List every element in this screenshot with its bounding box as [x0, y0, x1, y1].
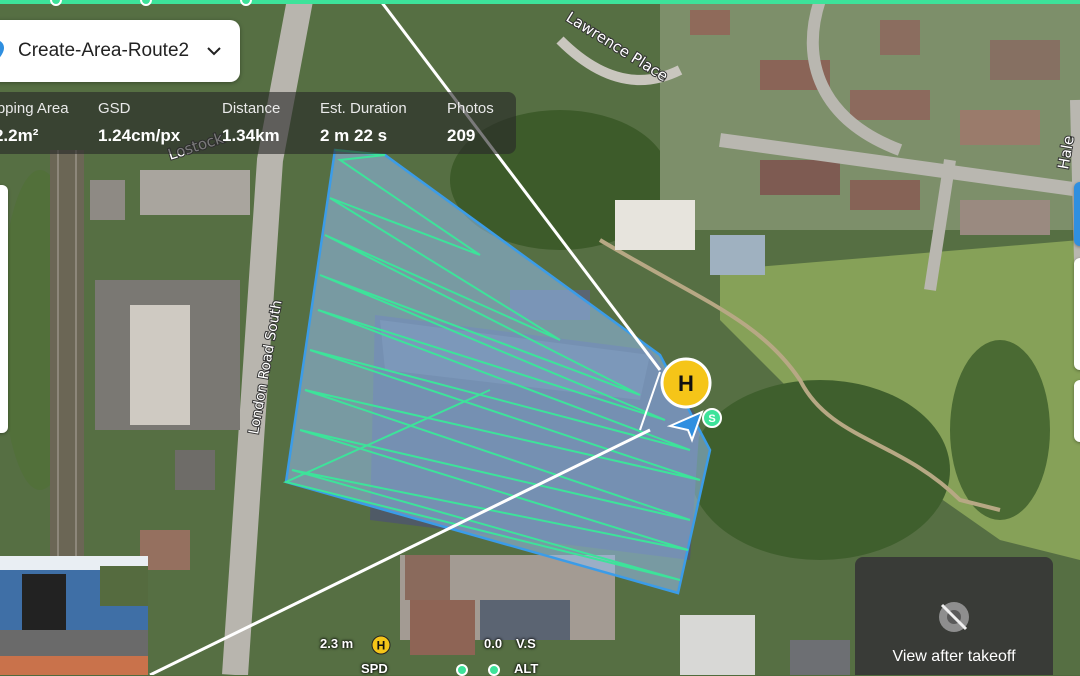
- vertical-speed-value: 0.0: [484, 636, 503, 651]
- stat-value: 209: [447, 126, 476, 145]
- mission-stats-panel: Mapping Area 112.2m² GSD 1.24cm/px Dista…: [0, 92, 516, 154]
- home-point-marker[interactable]: H: [660, 357, 712, 409]
- location-pin-icon: [0, 41, 4, 58]
- view-after-takeoff-label: View after takeoff: [892, 648, 1016, 665]
- stat-value: 2 m 22 s: [320, 126, 388, 145]
- stat-label: Est. Duration: [320, 100, 407, 117]
- stat-label: GSD: [98, 100, 131, 117]
- right-panel-tab[interactable]: [1074, 380, 1080, 442]
- altitude-indicator-dot: [488, 664, 500, 676]
- camera-off-icon: [939, 602, 969, 632]
- home-distance-icon: H: [371, 635, 391, 655]
- stat-label: Mapping Area: [0, 100, 69, 117]
- signal-label: S: [708, 413, 715, 425]
- route-name: Create-Area-Route2: [18, 40, 190, 61]
- stat-value: 1.24cm/px: [98, 126, 181, 145]
- speed-label: SPD: [361, 661, 388, 676]
- camera-preview-thumbnail[interactable]: [0, 556, 148, 675]
- distance-readout: 2.3 m: [320, 636, 354, 651]
- vertical-speed-label: V.S: [516, 636, 536, 651]
- route-selector[interactable]: Create-Area-Route2: [0, 20, 240, 82]
- right-panel-tab[interactable]: [1074, 182, 1080, 246]
- chevron-down-icon[interactable]: [206, 43, 222, 59]
- stat-label: Distance: [222, 100, 281, 117]
- stat-value: 112.2m²: [0, 126, 39, 145]
- stat-label: Photos: [447, 100, 494, 117]
- right-panel-tab[interactable]: [1074, 258, 1080, 370]
- speed-indicator-dot: [456, 664, 468, 676]
- progress-accent-bar: [0, 0, 1080, 4]
- altitude-label: ALT: [514, 661, 539, 676]
- view-after-takeoff-panel[interactable]: View after takeoff: [855, 557, 1053, 675]
- home-distance-label: H: [377, 639, 386, 653]
- home-point-label: H: [678, 371, 694, 396]
- stat-value: 1.34km: [222, 126, 280, 145]
- aircraft-position-icon: S: [666, 408, 722, 443]
- left-side-panel[interactable]: [0, 185, 8, 433]
